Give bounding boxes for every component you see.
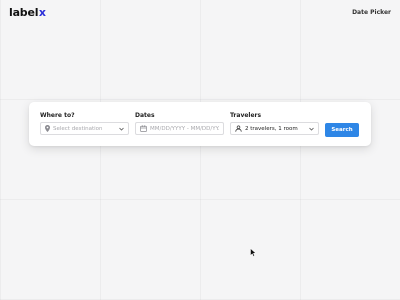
where-field-group: Where to? Select destination — [40, 112, 129, 135]
user-icon — [235, 125, 242, 132]
calendar-icon — [140, 125, 147, 132]
travelers-label: Travelers — [230, 112, 262, 119]
logo-mark: x — [38, 6, 46, 19]
travelers-value: 2 travelers, 1 room — [245, 125, 298, 132]
nav-link-date-picker[interactable]: Date Picker — [352, 9, 391, 16]
destination-select[interactable]: Select destination — [40, 122, 129, 135]
dates-label: Dates — [135, 112, 155, 119]
location-pin-icon — [45, 125, 50, 132]
search-button[interactable]: Search — [325, 123, 359, 137]
destination-placeholder: Select destination — [53, 125, 103, 132]
search-card: Where to? Select destination Dates MM/DD… — [29, 102, 371, 146]
logo-text: label — [9, 6, 39, 19]
travelers-select[interactable]: 2 travelers, 1 room — [230, 122, 319, 135]
travelers-field-group: Travelers 2 travelers, 1 room — [230, 112, 319, 135]
logo[interactable]: label x — [9, 6, 46, 19]
mouse-cursor-icon — [250, 242, 257, 261]
chevron-down-icon — [119, 127, 124, 131]
date-range-placeholder: MM/DD/YYYY - MM/DD/YY... — [150, 125, 219, 132]
date-range-input[interactable]: MM/DD/YYYY - MM/DD/YY... — [135, 122, 224, 135]
page: label x Date Picker Where to? Select dest… — [0, 0, 400, 300]
where-label: Where to? — [40, 112, 75, 119]
chevron-down-icon — [309, 127, 314, 131]
header: label x Date Picker — [0, 0, 400, 26]
dates-field-group: Dates MM/DD/YYYY - MM/DD/YY... — [135, 112, 224, 135]
